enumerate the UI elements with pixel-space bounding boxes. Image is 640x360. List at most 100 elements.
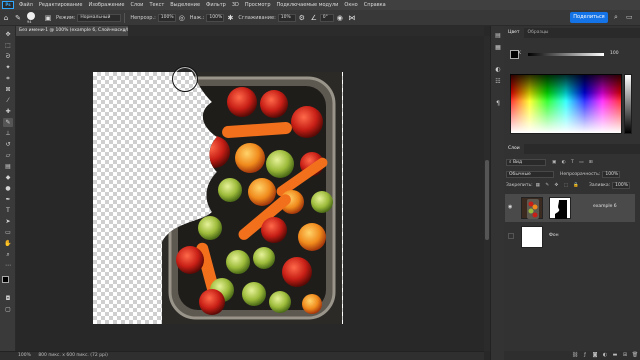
blend-row: Обычные Непрозрачность: 100% (506, 170, 634, 179)
history-panel-icon[interactable]: ▤ (494, 32, 502, 40)
menu-view[interactable]: Просмотр (242, 2, 274, 8)
layer-filter-icons[interactable]: ▣ ◐ T ▭ ⊞ (552, 158, 595, 167)
share-button[interactable]: Поделиться (570, 12, 608, 23)
mode-label: Режим: (56, 14, 76, 21)
move-tool-icon[interactable]: ✥ (3, 30, 13, 39)
color-channel-value[interactable]: 100 (610, 51, 619, 56)
grayscale-slider[interactable] (528, 53, 604, 56)
layer-name[interactable]: Фон (549, 233, 559, 238)
properties-panel-icon[interactable]: ▦ (494, 44, 502, 52)
menu-select[interactable]: Выделение (167, 2, 203, 8)
menu-3d[interactable]: 3D (229, 2, 242, 8)
screen-mode-icon[interactable]: ▢ (3, 305, 13, 314)
zoom-tool-icon[interactable]: ⌕ (3, 250, 13, 259)
angle-input[interactable]: 0° (319, 13, 334, 22)
smoothing-input[interactable]: 10% (277, 13, 296, 22)
frame-tool-icon[interactable]: ⊠ (3, 85, 13, 94)
fruit-bowl-image[interactable] (162, 72, 342, 324)
adjustments-panel-icon[interactable]: ◐ (494, 66, 502, 74)
grayscale-ramp[interactable] (624, 74, 632, 134)
libraries-panel-icon[interactable]: ☷ (494, 78, 502, 86)
eyedropper-icon[interactable]: ⁄ (3, 96, 13, 105)
document-tab[interactable]: Без имени-1 @ 100% (example 6, Слой-маск… (16, 26, 128, 36)
lock-row: Закрепить: ▦ ✎ ✥ ⬚ 🔒 Заливка: 100% (506, 181, 634, 190)
menu-edit[interactable]: Редактирование (36, 2, 86, 8)
fill-input[interactable]: 100% (612, 182, 631, 189)
fx-icon[interactable]: ƒ (580, 351, 590, 360)
dodge-icon[interactable]: ● (3, 184, 13, 193)
tab-layers[interactable]: Слои (504, 144, 524, 154)
menu-plugins[interactable]: Подключаемые модули (274, 2, 342, 8)
blend-mode-select[interactable]: Обычные (506, 171, 554, 178)
artboard-tool-icon[interactable]: ⬚ (3, 41, 13, 50)
more-tools-icon[interactable]: ⋯ (3, 261, 13, 270)
visibility-eye-icon[interactable]: ◉ (508, 204, 514, 210)
layer-thumbnail (521, 226, 543, 248)
gradient-icon[interactable]: ▤ (3, 162, 13, 171)
color-spectrum-shade (510, 74, 622, 134)
adjustment-layer-icon[interactable]: ◐ (600, 351, 610, 360)
delete-layer-icon[interactable]: 🗑 (630, 351, 640, 360)
mode-select[interactable]: Нормальный (77, 13, 122, 22)
airbrush-icon[interactable]: ✱ (226, 14, 234, 22)
layer-opacity-input[interactable]: 100% (602, 171, 621, 178)
link-layers-icon[interactable]: ⛓ (570, 351, 580, 360)
menu-text[interactable]: Текст (146, 2, 167, 8)
color-panel-tabs: Цвет Образцы (504, 28, 640, 38)
menu-filter[interactable]: Фильтр (203, 2, 229, 8)
layer-kind-select[interactable]: ⌕ Вид (506, 159, 546, 166)
search-icon[interactable]: ⌕ (614, 13, 618, 22)
quick-select-icon[interactable]: ✦ (3, 63, 13, 72)
menu-image[interactable]: Изображение (85, 2, 127, 8)
layer-mask-thumbnail[interactable] (549, 197, 571, 219)
layer-row[interactable]: ◉ example 6 (505, 194, 635, 222)
tab-color[interactable]: Цвет (504, 28, 524, 38)
type-tool-icon[interactable]: T (3, 206, 13, 215)
smoothing-settings-icon[interactable]: ⚙ (298, 14, 306, 22)
add-mask-icon[interactable]: ◙ (590, 351, 600, 360)
brush-preset-picker[interactable]: 94 (24, 11, 42, 24)
pen-tool-icon[interactable]: ✒ (3, 195, 13, 204)
healing-brush-icon[interactable]: ✚ (3, 107, 13, 116)
lasso-tool-icon[interactable]: ᘐ (3, 52, 13, 61)
pressure-opacity-icon[interactable]: ◎ (178, 14, 186, 22)
hand-tool-icon[interactable]: ✋ (3, 239, 13, 248)
menu-layers[interactable]: Слои (127, 2, 146, 8)
lock-label: Закрепить: (506, 183, 533, 188)
opacity-input[interactable]: 100% (157, 13, 176, 22)
pressure-size-icon[interactable]: ◉ (336, 14, 344, 22)
layer-opacity-label: Непрозрачность: (560, 172, 601, 177)
lock-icons[interactable]: ▦ ✎ ✥ ⬚ 🔒 (536, 181, 581, 190)
foreground-color-swatch[interactable] (2, 276, 9, 283)
photoshop-logo: Ps (2, 1, 14, 9)
flow-input[interactable]: 100% (206, 13, 225, 22)
menu-help[interactable]: Справка (361, 2, 389, 8)
brush-settings-icon[interactable]: ▣ (44, 14, 52, 22)
crop-tool-icon[interactable]: ⌗ (3, 74, 13, 83)
visibility-toggle-off[interactable] (508, 233, 514, 239)
history-brush-icon[interactable]: ↺ (3, 140, 13, 149)
close-tab-icon[interactable]: × (122, 26, 128, 36)
menu-window[interactable]: Окно (341, 2, 360, 8)
rectangle-tool-icon[interactable]: ▭ (3, 228, 13, 237)
paragraph-panel-icon[interactable]: ¶ (494, 100, 502, 108)
layer-row[interactable]: Фон (505, 223, 635, 251)
menu-file[interactable]: Файл (16, 2, 36, 8)
brush-tool-icon[interactable]: ✎ (14, 14, 22, 22)
path-select-icon[interactable]: ➤ (3, 217, 13, 226)
layer-name[interactable]: example 6 (593, 204, 617, 209)
zoom-level[interactable]: 100% (18, 353, 31, 358)
eraser-icon[interactable]: ▱ (3, 151, 13, 160)
quick-mask-icon[interactable]: ◘ (3, 294, 13, 303)
workspace-icon[interactable]: ▭ (626, 13, 633, 21)
home-icon[interactable]: ⌂ (2, 14, 10, 22)
thumbnail-image (527, 199, 539, 219)
group-icon[interactable]: ▬ (610, 351, 620, 360)
clone-stamp-icon[interactable]: ⊥ (3, 129, 13, 138)
blur-icon[interactable]: ◆ (3, 173, 13, 182)
tab-swatches[interactable]: Образцы (524, 28, 553, 38)
new-layer-icon[interactable]: ⊞ (620, 351, 630, 360)
symmetry-icon[interactable]: ⋈ (348, 14, 356, 22)
scrollbar-thumb[interactable] (485, 160, 489, 240)
brush-tool-active-icon[interactable]: ✎ (3, 118, 13, 127)
